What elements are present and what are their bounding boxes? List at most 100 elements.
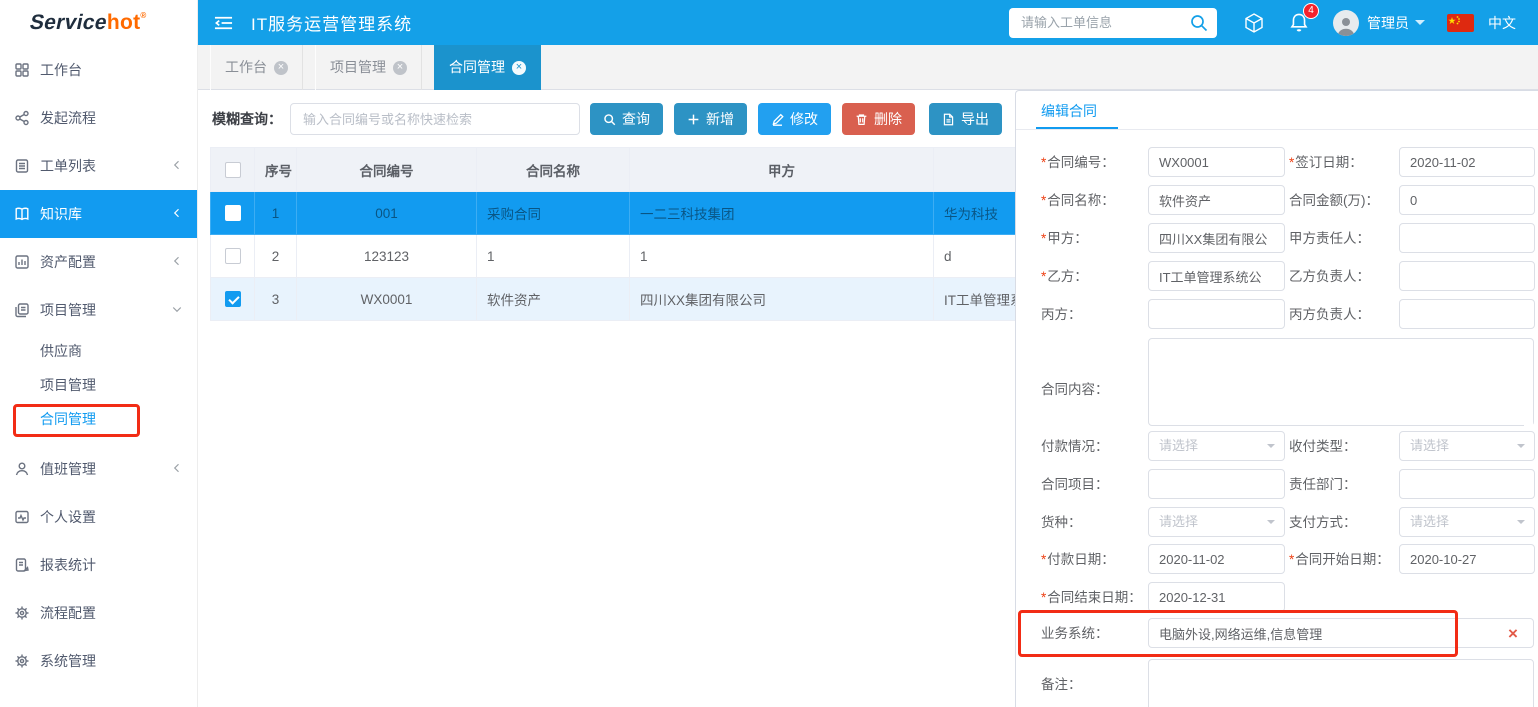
sidebar-item-duty-management[interactable]: 值班管理	[0, 445, 197, 493]
delete-button-label: 删除	[874, 109, 902, 129]
monitor-pulse-icon	[14, 509, 30, 525]
sidebar-subitem-project-management[interactable]: 项目管理	[0, 368, 197, 402]
business-system-input[interactable]	[1148, 618, 1534, 648]
pay-method-select[interactable]: 请选择	[1399, 507, 1535, 537]
tab-close-icon[interactable]	[512, 61, 526, 75]
remove-business-system-icon[interactable]: ×	[1508, 625, 1518, 642]
party-a-owner-label: 甲方责任人：	[1289, 223, 1370, 254]
chevron-down-icon[interactable]	[1415, 20, 1425, 30]
party-c-input[interactable]	[1148, 299, 1285, 329]
party-b-input[interactable]	[1148, 261, 1285, 291]
resize-handle-icon[interactable]	[1524, 417, 1533, 426]
cell-party-a: 四川XX集团有限公司	[630, 278, 934, 321]
export-button[interactable]: 导出	[929, 103, 1002, 135]
sidebar-item-system-management[interactable]: 系统管理	[0, 637, 197, 685]
row-checkbox[interactable]	[225, 291, 241, 307]
remark-textarea[interactable]	[1148, 659, 1534, 707]
cell-party-b: IT工单管理系统公司	[934, 278, 1020, 321]
col-seq: 序号	[255, 148, 297, 192]
sign-date-input[interactable]	[1399, 147, 1535, 177]
pay-date-input[interactable]	[1148, 544, 1285, 574]
sidebar-item-personal-settings[interactable]: 个人设置	[0, 493, 197, 541]
logo-accent: hot	[107, 11, 141, 34]
caret-down-icon	[1517, 444, 1525, 452]
tab-workbench[interactable]: 工作台	[210, 45, 303, 90]
tab-close-icon[interactable]	[274, 61, 288, 75]
party-b-owner-input[interactable]	[1399, 261, 1535, 291]
table-row[interactable]: 1 001 采购合同 一二三科技集团 华为科技	[211, 192, 1020, 235]
end-date-input[interactable]	[1148, 582, 1285, 612]
amount-input[interactable]	[1399, 185, 1535, 215]
sidebar-item-label: 系统管理	[40, 653, 96, 669]
chevron-left-icon	[171, 255, 183, 267]
sidebar-item-label: 值班管理	[40, 461, 96, 477]
payment-status-select[interactable]: 请选择	[1148, 431, 1285, 461]
search-input[interactable]	[1009, 8, 1217, 38]
party-a-input[interactable]	[1148, 223, 1285, 253]
table-row[interactable]: 3 WX0001 软件资产 四川XX集团有限公司 IT工单管理系统公司	[211, 278, 1020, 321]
contract-name-input[interactable]	[1148, 185, 1285, 215]
contract-no-label: *合同编号：	[1041, 147, 1115, 178]
table-row[interactable]: 2 123123 1 1 d	[211, 235, 1020, 278]
chevron-down-icon	[171, 303, 183, 315]
sidebar-item-project-management[interactable]: 项目管理	[0, 286, 197, 334]
caret-down-icon	[1517, 520, 1525, 528]
party-b-label: *乙方：	[1041, 261, 1088, 292]
pay-type-select[interactable]: 请选择	[1399, 431, 1535, 461]
servicehot-logo[interactable]: Servicehot®	[0, 0, 197, 46]
project-input[interactable]	[1148, 469, 1285, 499]
sidebar-item-knowledge-base[interactable]: 知识库	[0, 190, 197, 238]
caret-down-icon	[1267, 520, 1275, 528]
sidebar-item-workbench[interactable]: 工作台	[0, 46, 197, 94]
china-flag-icon[interactable]	[1447, 14, 1474, 32]
row-checkbox[interactable]	[225, 248, 241, 264]
edit-button[interactable]: 修改	[758, 103, 831, 135]
tab-label: 合同管理	[449, 45, 505, 90]
sidebar-subitem-contract-management[interactable]: 合同管理	[0, 402, 197, 436]
sidebar-item-report-statistics[interactable]: 报表统计	[0, 541, 197, 589]
cell-code: 123123	[297, 235, 477, 278]
bell-icon[interactable]: 4	[1289, 12, 1309, 33]
party-a-owner-input[interactable]	[1399, 223, 1535, 253]
select-all-header	[211, 148, 255, 192]
book-icon	[14, 206, 30, 222]
cube-icon[interactable]	[1243, 12, 1265, 34]
panel-tab-edit-contract[interactable]: 编辑合同	[1041, 101, 1097, 121]
export-button-label: 导出	[961, 109, 989, 129]
menu-fold-icon[interactable]	[214, 15, 233, 31]
delete-button[interactable]: 删除	[842, 103, 915, 135]
row-checkbox[interactable]	[225, 205, 241, 221]
fuzzy-query-input[interactable]	[290, 103, 580, 135]
query-button-label: 查询	[622, 109, 650, 129]
cell-party-b: 华为科技	[934, 192, 1020, 235]
sidebar-item-ticket-list[interactable]: 工单列表	[0, 142, 197, 190]
chart-icon	[14, 254, 30, 270]
process-gear-icon	[14, 605, 30, 621]
search-icon[interactable]	[1189, 13, 1209, 33]
language-switch[interactable]: 中文	[1488, 13, 1516, 33]
sidebar-item-start-process[interactable]: 发起流程	[0, 94, 197, 142]
username[interactable]: 管理员	[1367, 13, 1409, 33]
tab-close-icon[interactable]	[393, 61, 407, 75]
content-textarea[interactable]	[1148, 338, 1534, 426]
start-date-input[interactable]	[1399, 544, 1535, 574]
contract-no-input[interactable]	[1148, 147, 1285, 177]
select-all-checkbox[interactable]	[225, 162, 241, 178]
tab-contract-management[interactable]: 合同管理	[434, 45, 541, 90]
cell-party-a: 一二三科技集团	[630, 192, 934, 235]
sidebar-item-process-config[interactable]: 流程配置	[0, 589, 197, 637]
sidebar-subitem-suppliers[interactable]: 供应商	[0, 334, 197, 368]
currency-select[interactable]: 请选择	[1148, 507, 1285, 537]
cell-name: 1	[477, 235, 630, 278]
sidebar-item-label: 工作台	[40, 62, 82, 78]
cell-name: 采购合同	[477, 192, 630, 235]
business-system-label: 业务系统：	[1041, 618, 1109, 649]
department-input[interactable]	[1399, 469, 1535, 499]
avatar[interactable]	[1333, 10, 1359, 36]
query-button[interactable]: 查询	[590, 103, 663, 135]
tab-project-management[interactable]: 项目管理	[315, 45, 422, 90]
cell-party-a: 1	[630, 235, 934, 278]
party-c-owner-input[interactable]	[1399, 299, 1535, 329]
add-button[interactable]: 新增	[674, 103, 747, 135]
sidebar-item-asset-config[interactable]: 资产配置	[0, 238, 197, 286]
